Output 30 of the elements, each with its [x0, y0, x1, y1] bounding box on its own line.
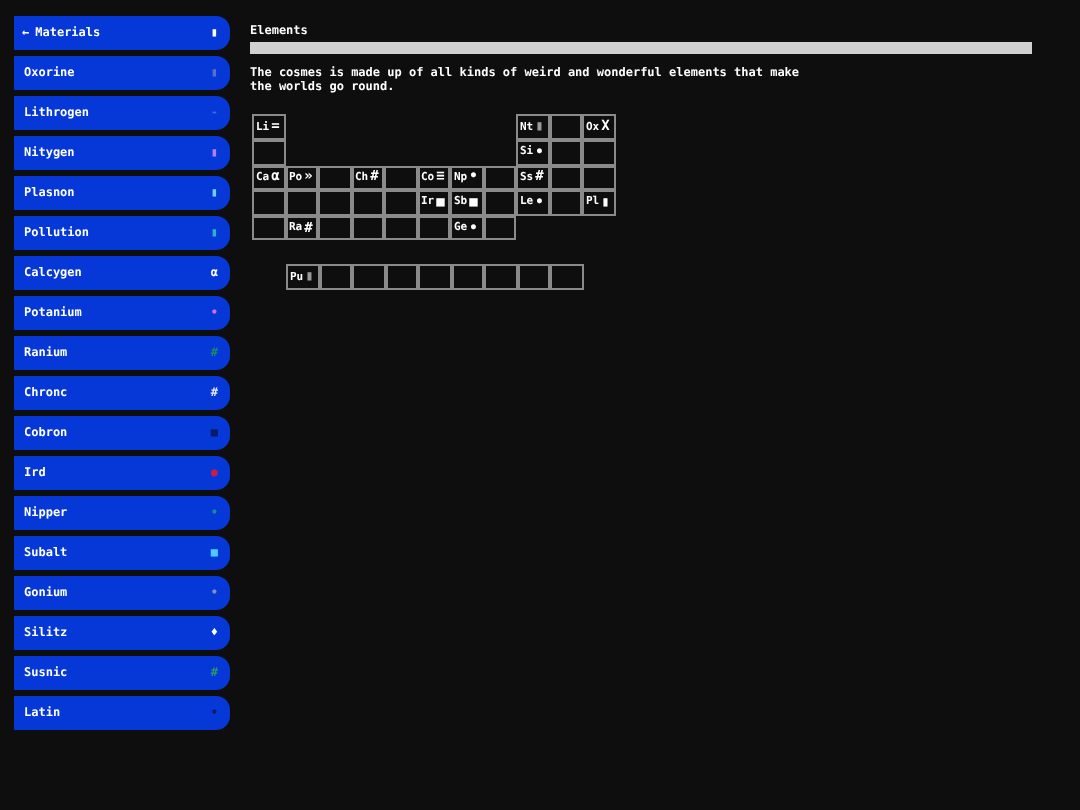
empty-cell	[483, 165, 516, 191]
empty-cell	[318, 165, 351, 191]
empty-cell	[384, 215, 417, 241]
empty-cell	[582, 139, 615, 166]
empty-cell	[483, 190, 516, 216]
empty-cell	[351, 190, 384, 216]
empty-cell	[384, 190, 417, 216]
empty-cell	[549, 165, 582, 191]
empty-cell	[351, 215, 384, 241]
empty-cell	[550, 264, 583, 290]
empty-cell	[483, 215, 516, 241]
empty-cell	[582, 165, 615, 191]
empty-cell	[285, 190, 318, 216]
empty-cell	[384, 165, 417, 191]
empty-cell	[484, 264, 517, 290]
empty-cell	[549, 139, 582, 166]
empty-cell	[252, 215, 285, 241]
empty-cell	[319, 264, 352, 290]
empty-cell	[417, 215, 450, 241]
empty-cell	[252, 139, 285, 166]
empty-cell	[418, 264, 451, 290]
empty-cell	[252, 190, 285, 216]
empty-cell	[517, 264, 550, 290]
empty-cell	[318, 190, 351, 216]
empty-cell	[352, 264, 385, 290]
empty-cell	[549, 190, 582, 216]
empty-cell	[549, 114, 582, 140]
empty-cell	[385, 264, 418, 290]
empty-cell	[318, 215, 351, 241]
empty-cell	[451, 264, 484, 290]
